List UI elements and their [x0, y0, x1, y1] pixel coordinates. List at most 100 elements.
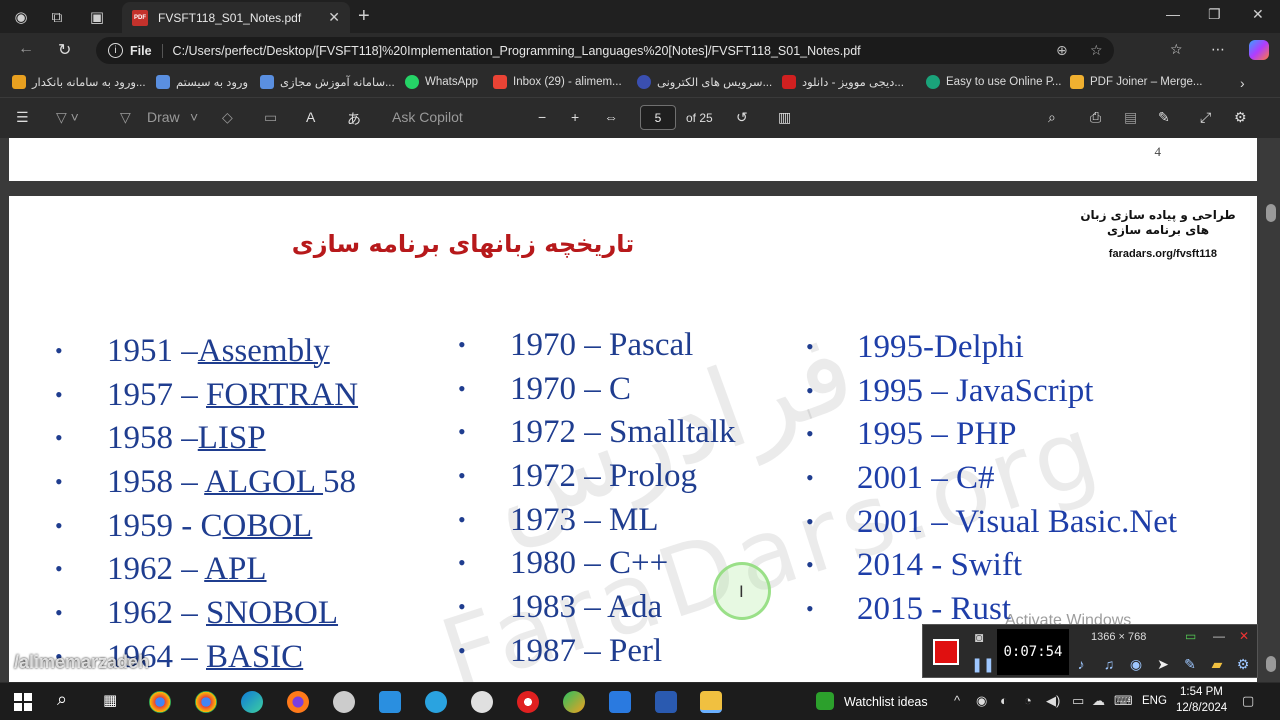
copilot-icon[interactable]: [1249, 40, 1269, 60]
app-icon[interactable]: [333, 691, 355, 713]
zoom-icon[interactable]: ⊕: [1056, 42, 1068, 59]
cloud-icon[interactable]: ☁: [1092, 693, 1105, 709]
draw-label[interactable]: Draw: [147, 109, 180, 125]
microphone-icon[interactable]: ♫: [1099, 654, 1119, 674]
clock-date[interactable]: 12/8/2024: [1176, 702, 1227, 714]
edge-icon[interactable]: [241, 691, 263, 713]
bookmark-item[interactable]: PDF Joiner – Merge...: [1070, 75, 1202, 89]
bookmark-item[interactable]: Easy to use Online P...: [926, 75, 1062, 89]
highlight-icon[interactable]: ▽ ˅: [56, 109, 79, 126]
link[interactable]: BASIC: [206, 639, 303, 675]
link[interactable]: LISP: [198, 420, 266, 456]
watchlist-label[interactable]: Watchlist ideas: [844, 695, 928, 709]
link[interactable]: Assembly: [198, 333, 330, 369]
firefox-icon[interactable]: [287, 691, 309, 713]
more-menu-icon[interactable]: ⋯: [1211, 41, 1225, 58]
back-icon[interactable]: ←: [18, 40, 34, 58]
page-number-input[interactable]: 5: [640, 105, 676, 130]
tab-pdf[interactable]: PDF FVSFT118_S01_Notes.pdf ✕: [122, 2, 350, 33]
bookmark-item[interactable]: Inbox (29) - alimem...: [493, 75, 622, 89]
cursor-icon[interactable]: ➤: [1153, 654, 1173, 674]
scrollbar-thumb[interactable]: [1266, 656, 1276, 672]
battery-icon[interactable]: ▭: [1072, 693, 1084, 709]
bookmark-item[interactable]: WhatsApp: [405, 75, 478, 89]
link[interactable]: OBOL: [223, 508, 313, 544]
volume-icon[interactable]: ◀): [1046, 693, 1060, 709]
zoom-in-icon[interactable]: +: [571, 109, 579, 125]
search-icon[interactable]: ⌕: [1048, 109, 1056, 126]
scrollbar-thumb[interactable]: [1266, 204, 1276, 222]
task-view-icon[interactable]: ▦: [103, 691, 125, 713]
keyboard-icon[interactable]: ⌨: [1114, 693, 1133, 709]
chevron-down-icon[interactable]: ˅: [190, 109, 198, 125]
pause-icon[interactable]: ❚❚: [971, 654, 994, 674]
eraser-icon[interactable]: ◇: [222, 109, 233, 126]
notifications-icon[interactable]: ▢: [1242, 693, 1254, 709]
link[interactable]: ALGOL: [204, 464, 323, 500]
close-window-icon[interactable]: ✕: [1252, 6, 1264, 23]
translate-icon[interactable]: あ: [347, 109, 361, 129]
favorites-icon[interactable]: ☆: [1170, 41, 1183, 58]
bookmark-item[interactable]: سامانه آموزش مجازی...: [260, 75, 395, 89]
app-icon[interactable]: [609, 691, 631, 713]
webcam-icon[interactable]: ◉: [1126, 654, 1146, 674]
app-icon[interactable]: [563, 691, 585, 713]
pen-icon[interactable]: ✎: [1180, 654, 1200, 674]
bookmark-item[interactable]: ورود به سیستم: [156, 75, 248, 89]
ask-copilot-button[interactable]: Ask Copilot: [392, 109, 463, 125]
settings-gear-icon[interactable]: ⚙: [1233, 654, 1253, 674]
link[interactable]: APL: [204, 551, 266, 587]
stop-record-button[interactable]: [933, 639, 959, 665]
app-icon[interactable]: [655, 691, 677, 713]
region-icon[interactable]: ▭: [1185, 629, 1196, 643]
speaker-icon[interactable]: ♪: [1071, 654, 1091, 674]
minimize-icon[interactable]: —: [1166, 6, 1180, 22]
link[interactable]: SNOBOL: [206, 595, 338, 631]
chrome-icon[interactable]: [149, 691, 171, 713]
link[interactable]: FORTRAN: [206, 377, 358, 413]
minimize-icon[interactable]: —: [1213, 629, 1225, 643]
windows-start-icon[interactable]: [14, 693, 32, 711]
close-tab-icon[interactable]: ✕: [328, 9, 340, 26]
draw-icon[interactable]: ▽: [120, 109, 131, 126]
read-aloud-icon[interactable]: A: [306, 109, 315, 125]
chevron-up-icon[interactable]: ^: [954, 693, 960, 708]
recorder-icon[interactable]: [517, 691, 539, 713]
telegram-icon[interactable]: [425, 691, 447, 713]
info-icon[interactable]: i: [108, 43, 123, 58]
favorite-star-icon[interactable]: ☆: [1090, 42, 1103, 59]
music-icon[interactable]: [471, 691, 493, 713]
fit-page-icon[interactable]: ⇔: [604, 109, 618, 125]
rotate-icon[interactable]: ↺: [736, 109, 748, 126]
settings-gear-icon[interactable]: ⚙: [1234, 109, 1247, 126]
zoom-out-icon[interactable]: −: [538, 109, 546, 125]
language-indicator[interactable]: ENG: [1142, 695, 1167, 707]
contents-icon[interactable]: ☰: [16, 109, 29, 126]
tray-app-icon[interactable]: ◉: [976, 693, 987, 709]
save-as-icon[interactable]: ✎: [1158, 109, 1170, 126]
search-icon[interactable]: ⌕: [57, 689, 79, 711]
file-explorer-icon[interactable]: [700, 691, 722, 713]
print-icon[interactable]: ⎙: [1090, 109, 1101, 126]
vscode-icon[interactable]: [379, 691, 401, 713]
restore-icon[interactable]: ❐: [1208, 6, 1221, 23]
bookmark-item[interactable]: دیجی موویز - دانلود...: [782, 75, 904, 89]
chevron-right-icon[interactable]: ›: [1240, 75, 1245, 91]
address-bar[interactable]: i File C:/Users/perfect/Desktop/[FVSFT11…: [96, 37, 1114, 64]
page-view-icon[interactable]: ▥: [778, 109, 791, 126]
fullscreen-icon[interactable]: ⤢: [1200, 109, 1211, 126]
collections-icon[interactable]: ⧉: [46, 6, 68, 28]
clock-time[interactable]: 1:54 PM: [1180, 686, 1223, 698]
chrome-icon[interactable]: [195, 691, 217, 713]
profile-icon[interactable]: ◉: [10, 6, 32, 28]
text-box-icon[interactable]: ▭: [264, 109, 277, 126]
wifi-icon[interactable]: ◔: [1024, 693, 1032, 708]
save-icon[interactable]: ▤: [1124, 109, 1137, 126]
new-tab-button[interactable]: +: [358, 5, 370, 28]
camera-icon[interactable]: ◙: [975, 629, 983, 645]
tab-actions-icon[interactable]: ▣: [86, 6, 108, 28]
tray-app-icon[interactable]: ◐: [1000, 693, 1008, 708]
bookmark-item[interactable]: سرویس های الکترونی...: [637, 75, 772, 89]
pdf-viewer[interactable]: 4 طراحی و پیاده سازی زبان های برنامه ساز…: [0, 138, 1280, 682]
refresh-icon[interactable]: ↻: [58, 40, 71, 60]
